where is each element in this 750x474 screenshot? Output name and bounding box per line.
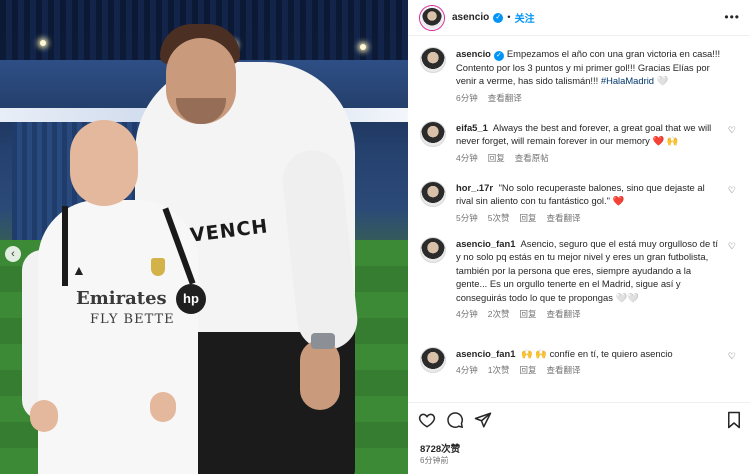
likes-count[interactable]: 1次赞: [488, 364, 510, 376]
see-translation-link[interactable]: 查看翻译: [488, 92, 522, 104]
heart-icon[interactable]: ♡: [728, 185, 736, 196]
caption: asencio ✓ Empezamos el año con una gran vi…: [420, 47, 738, 104]
comment-emoji: ❤️ 🙌: [652, 135, 679, 147]
comment-item: asencio_fan1 Asencio, seguro que el está…: [420, 237, 738, 320]
comment-meta: 5分钟 5次赞 回复 查看翻译: [456, 212, 738, 224]
timestamp: 4分钟: [456, 309, 478, 320]
likes-count[interactable]: 5次赞: [488, 212, 510, 224]
club-crest: [151, 258, 165, 276]
avatar[interactable]: [420, 121, 446, 147]
timestamp: 6分钟: [456, 92, 478, 103]
child-hand: [30, 400, 58, 432]
comment-body: eifa5_1 Always the best and forever, a g…: [456, 121, 738, 148]
stadium-light: [360, 44, 366, 50]
jersey-sponsor-sub: FLY BETTE: [90, 312, 175, 327]
comment-username[interactable]: asencio_fan1: [456, 238, 515, 249]
avatar[interactable]: [420, 5, 444, 30]
see-translation-link[interactable]: 查看翻译: [546, 308, 580, 320]
separator-dot: •: [507, 12, 511, 23]
comment-username[interactable]: eifa5_1: [456, 122, 488, 133]
comment-username[interactable]: asencio_fan1: [456, 348, 515, 359]
action-bar: 8728次赞 6分钟前: [408, 402, 750, 474]
comment-username[interactable]: hor_.17r: [456, 182, 493, 193]
comment-meta: 4分钟 2次赞 回复 查看翻译: [456, 308, 738, 320]
comment-meta: 4分钟 回复 查看原帖: [456, 152, 738, 164]
reply-button[interactable]: 回复: [519, 212, 536, 224]
verified-icon: ✓: [493, 12, 504, 23]
post-sidebar: asencio ✓ • 关注 ••• asencio ✓ Empezamos el …: [408, 0, 750, 474]
heart-icon[interactable]: ♡: [728, 125, 736, 136]
adidas-logo: ▲: [72, 262, 86, 278]
hashtag-link[interactable]: #HalaMadrid: [601, 75, 654, 86]
reply-button[interactable]: 回复: [519, 364, 536, 376]
reply-button[interactable]: 回复: [488, 152, 505, 164]
heart-icon[interactable]: [418, 411, 436, 429]
post-photo[interactable]: VENCH ▲ Emirates FLY BETTE hp ‹: [0, 0, 408, 474]
avatar[interactable]: [420, 181, 446, 207]
post-timestamp: 6分钟前: [420, 456, 449, 465]
reply-button[interactable]: 回复: [519, 308, 536, 320]
comments-list[interactable]: asencio ✓ Empezamos el año con una gran vi…: [408, 37, 750, 402]
caption-body: asencio ✓ Empezamos el año con una gran vi…: [456, 47, 738, 88]
see-translation-link[interactable]: 查看翻译: [546, 212, 580, 224]
timestamp: 4分钟: [456, 152, 478, 163]
timestamp: 5分钟: [456, 212, 478, 223]
action-icons: [418, 411, 492, 429]
child-head: [70, 120, 138, 206]
caption-emoji: 🤍: [656, 75, 669, 87]
jersey-sponsor: Emirates: [76, 288, 167, 309]
sleeve-logo: hp: [176, 284, 206, 314]
player-hand: [300, 340, 340, 410]
comment-item: asencio_fan1 🙌 🙌 confíe en tí, te quiero…: [420, 347, 738, 376]
bookmark-icon[interactable]: [726, 411, 742, 429]
comment-item: hor_.17r "No solo recuperaste balones, s…: [420, 181, 738, 224]
author-name[interactable]: asencio: [452, 12, 489, 23]
comment-emoji: ❤️: [612, 195, 625, 207]
avatar[interactable]: [420, 347, 446, 373]
comment-icon[interactable]: [446, 411, 464, 429]
share-icon[interactable]: [474, 411, 492, 429]
chevron-left-icon[interactable]: ‹: [5, 246, 21, 262]
comment-body: asencio_fan1 🙌 🙌 confíe en tí, te quiero…: [456, 347, 738, 360]
comment-meta: 4分钟 1次赞 回复 查看翻译: [456, 364, 738, 376]
stadium-light: [40, 40, 46, 46]
timestamp: 4分钟: [456, 365, 478, 376]
see-translation-link[interactable]: 查看翻译: [546, 364, 580, 376]
comment-emoji: 🤍🤍: [615, 291, 639, 303]
see-translation-link[interactable]: 查看原帖: [515, 152, 549, 164]
heart-icon[interactable]: ♡: [728, 351, 736, 362]
more-icon[interactable]: •••: [724, 10, 740, 24]
caption-meta: 6分钟 查看翻译: [456, 92, 738, 104]
likes-count[interactable]: 2次赞: [488, 308, 510, 320]
avatar[interactable]: [420, 47, 446, 73]
post-header: asencio ✓ • 关注 •••: [408, 0, 750, 36]
comment-text: confíe en tí, te quiero asencio: [549, 348, 673, 359]
verified-icon: ✓: [493, 51, 504, 61]
comment-body: asencio_fan1 Asencio, seguro que el está…: [456, 237, 738, 304]
comment-emoji: 🙌 🙌: [521, 348, 547, 359]
child-hand: [150, 392, 176, 422]
follow-button[interactable]: 关注: [515, 10, 535, 25]
comment-body: hor_.17r "No solo recuperaste balones, s…: [456, 181, 738, 208]
caption-username[interactable]: asencio: [456, 48, 491, 59]
heart-icon[interactable]: ♡: [728, 241, 736, 252]
jersey-stripe: [62, 206, 68, 286]
likes-count[interactable]: 8728次赞: [420, 441, 460, 455]
watch: [311, 333, 335, 349]
avatar[interactable]: [420, 237, 446, 263]
comment-text: "No solo recuperaste balones, sino que d…: [456, 182, 705, 207]
comment-item: eifa5_1 Always the best and forever, a g…: [420, 121, 738, 164]
